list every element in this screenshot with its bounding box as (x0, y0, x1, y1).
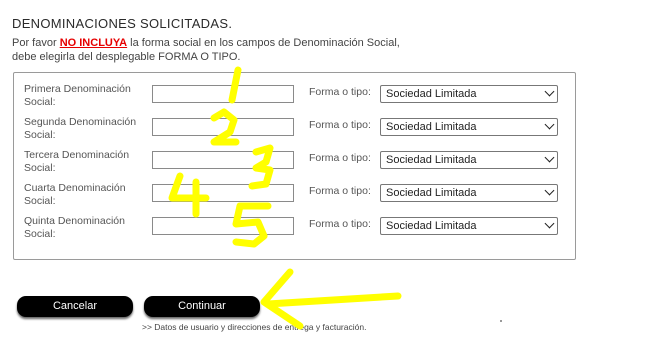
denomination-input-5[interactable] (152, 217, 294, 235)
chevron-down-icon (544, 185, 555, 196)
stray-dot (500, 320, 502, 322)
cancel-button[interactable]: Cancelar (17, 296, 133, 317)
intro-warning: NO INCLUYA (59, 37, 128, 49)
page-title: DENOMINACIONES SOLICITADAS. (12, 16, 233, 31)
denomination-label-1: Primera Denominación Social: (24, 83, 131, 108)
type-label-5: Forma o tipo: (309, 218, 371, 230)
denomination-input-3[interactable] (152, 151, 294, 169)
denomination-label-3: Tercera Denominación Social: (24, 149, 130, 174)
denomination-input-4[interactable] (152, 184, 294, 202)
type-label-2: Forma o tipo: (309, 119, 371, 131)
chevron-down-icon (544, 152, 555, 163)
continue-button[interactable]: Continuar (144, 296, 260, 317)
intro-suffix: la forma social en los campos de Denomin… (127, 37, 400, 49)
type-select-3[interactable]: Sociedad Limitada (380, 151, 558, 169)
intro-prefix: Por favor (12, 37, 60, 49)
chevron-down-icon (544, 86, 555, 97)
type-select-4[interactable]: Sociedad Limitada (380, 184, 558, 202)
denomination-label-4: Cuarta Denominación Social: (24, 182, 126, 207)
arrow-shaft (264, 292, 402, 308)
type-select-5[interactable]: Sociedad Limitada (380, 217, 558, 235)
intro-text: Por favor NO INCLUYA la forma social en … (12, 36, 400, 64)
arrow-head (260, 268, 304, 330)
chevron-down-icon (544, 119, 555, 130)
denomination-row-2: Segunda Denominación Social: Forma o tipo… (14, 116, 575, 146)
type-label-1: Forma o tipo: (309, 86, 371, 98)
type-select-1[interactable]: Sociedad Limitada (380, 85, 558, 103)
type-label-4: Forma o tipo: (309, 185, 371, 197)
type-select-2[interactable]: Sociedad Limitada (380, 118, 558, 136)
type-label-3: Forma o tipo: (309, 152, 371, 164)
denomination-row-1: Primera Denominación Social: Forma o tipo… (14, 83, 575, 113)
denomination-label-5: Quinta Denominación Social: (24, 215, 125, 240)
denomination-input-2[interactable] (152, 118, 294, 136)
denomination-input-1[interactable] (152, 85, 294, 103)
denomination-label-2: Segunda Denominación Social: (24, 116, 137, 141)
denomination-row-4: Cuarta Denominación Social: Forma o tipo:… (14, 182, 575, 212)
denominations-panel: Primera Denominación Social: Forma o tipo… (13, 72, 576, 260)
intro-line-1: Por favor NO INCLUYA la forma social en … (12, 36, 400, 50)
footer-note: >> Datos de usuario y direcciones de ent… (142, 322, 367, 332)
denomination-row-5: Quinta Denominación Social: Forma o tipo:… (14, 215, 575, 245)
chevron-down-icon (544, 218, 555, 229)
intro-line-2: debe elegirla del desplegable FORMA O TI… (12, 51, 241, 63)
denomination-row-3: Tercera Denominación Social: Forma o tipo… (14, 149, 575, 179)
